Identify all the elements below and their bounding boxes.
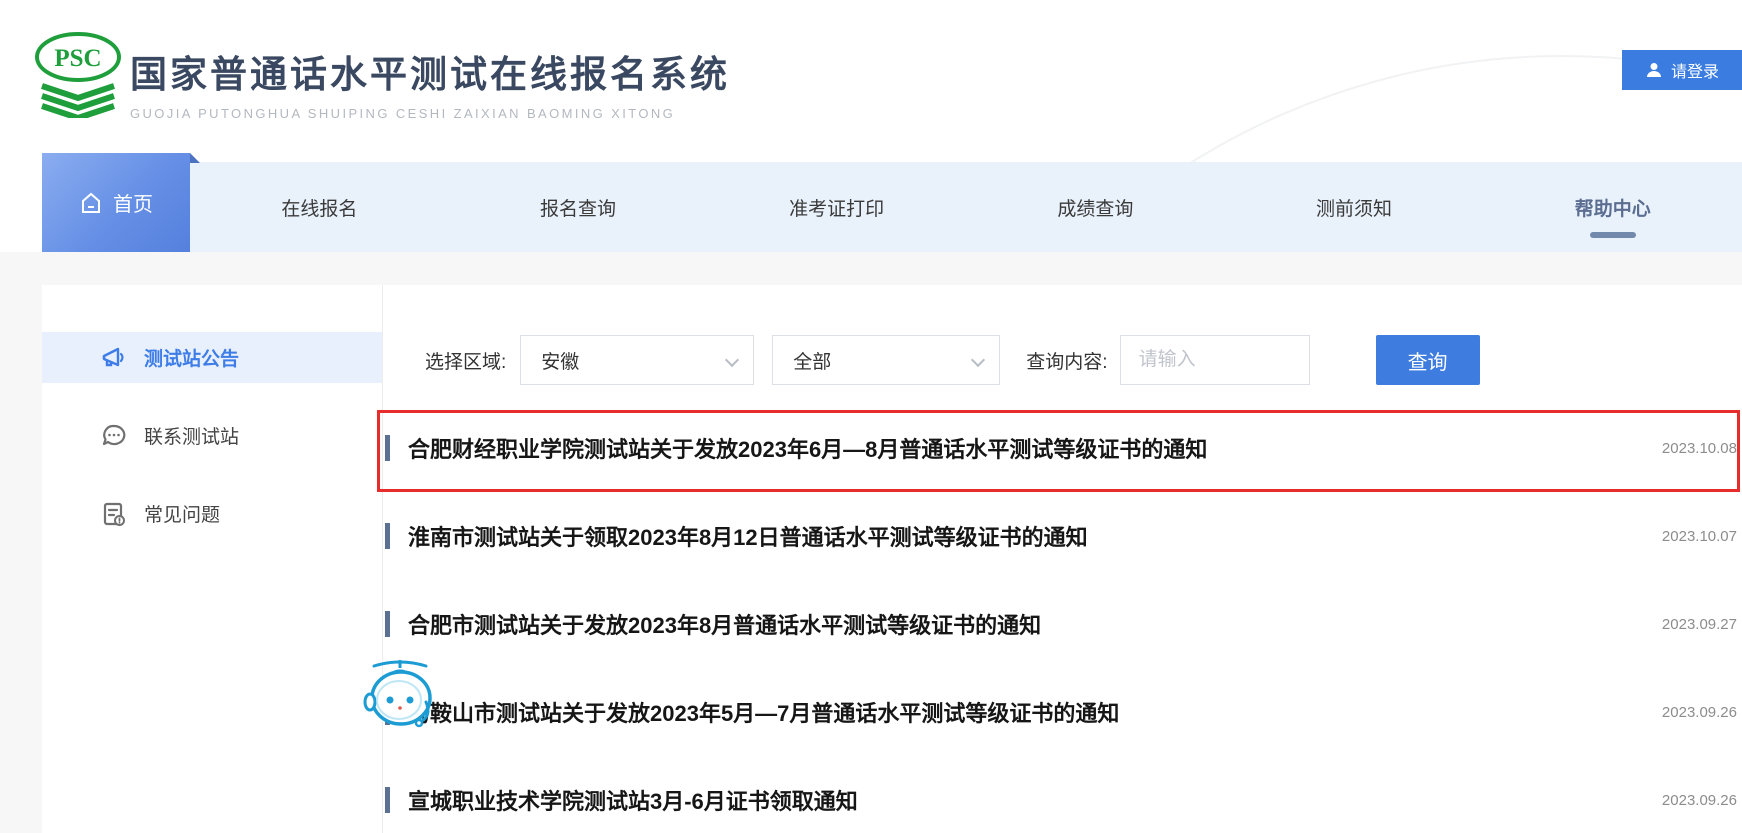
site-title: 国家普通话水平测试在线报名系统 (130, 54, 730, 95)
nav-item-home[interactable]: 首页 (42, 153, 200, 252)
sidebar-item-label: 常见问题 (144, 505, 221, 526)
announcement-date: 2023.09.26 (1661, 703, 1737, 721)
megaphone-icon (102, 347, 124, 366)
home-icon (82, 192, 100, 213)
nav-item-label: 帮助中心 (1574, 198, 1651, 220)
nav-item-label: 成绩查询 (1057, 198, 1134, 220)
announcement-row[interactable]: 宣城职业技术学院测试站3月-6月证书领取通知 2023.09.26 (383, 756, 1742, 833)
category-select-value: 全部 (793, 351, 832, 373)
robot-mascot-icon[interactable] (360, 650, 442, 735)
announcement-title: 马鞍山市测试站关于发放2023年5月—7月普通话水平测试等级证书的通知 (408, 701, 1120, 726)
announcement-title: 合肥财经职业学院测试站关于发放2023年6月—8月普通话水平测试等级证书的通知 (408, 437, 1208, 462)
nav-item-signup-query[interactable]: 报名查询 (449, 162, 708, 252)
nav-item-score-query[interactable]: 成绩查询 (966, 162, 1225, 252)
sidebar-item-contact-station[interactable]: 联系测试站 (42, 410, 382, 461)
announcement-title: 淮南市测试站关于领取2023年8月12日普通话水平测试等级证书的通知 (408, 525, 1088, 550)
nav-item-help-center[interactable]: 帮助中心 (1483, 162, 1742, 252)
chevron-down-icon (725, 352, 740, 368)
announcement-list: 合肥财经职业学院测试站关于发放2023年6月—8月普通话水平测试等级证书的通知 … (377, 404, 1742, 833)
nav-items: 在线报名 报名查询 准考证打印 成绩查询 测前须知 帮助中心 (190, 162, 1742, 252)
user-icon (1646, 63, 1661, 77)
row-marker-bar (385, 611, 390, 637)
header: PSC 国家普通话水平测试在线报名系统 GUOJIA PUTONGHUA SHU… (0, 0, 1742, 833)
sidebar: 测试站公告 联系测试站 常见问题 (42, 285, 383, 833)
page: PSC 国家普通话水平测试在线报名系统 GUOJIA PUTONGHUA SHU… (0, 0, 1742, 833)
nav-active-underline (1589, 232, 1636, 238)
main-content: 选择区域: 安徽 全部 查询内容: 查询 合肥财经职业学院测试站关于发放2023… (377, 285, 1742, 833)
row-marker-bar (385, 787, 390, 813)
region-select[interactable]: 安徽 (520, 335, 755, 385)
nav-item-label: 准考证打印 (789, 198, 885, 220)
announcement-title: 宣城职业技术学院测试站3月-6月证书领取通知 (408, 789, 858, 814)
psc-logo-icon: PSC (34, 32, 122, 123)
search-button[interactable]: 查询 (1375, 335, 1480, 385)
login-label: 请登录 (1670, 64, 1719, 81)
region-select-value: 安徽 (541, 351, 580, 373)
login-button[interactable]: 请登录 (1622, 50, 1742, 90)
row-marker-bar (385, 435, 390, 461)
region-filter-label: 选择区域: (425, 351, 507, 373)
category-select[interactable]: 全部 (772, 335, 1001, 385)
chat-bubble-icon (102, 424, 126, 445)
announcement-date: 2023.09.26 (1661, 791, 1737, 809)
chevron-down-icon (971, 352, 986, 368)
site-brand: 国家普通话水平测试在线报名系统 GUOJIA PUTONGHUA SHUIPIN… (130, 44, 730, 121)
logo-text: PSC (54, 45, 101, 72)
nav-item-label: 测前须知 (1316, 198, 1393, 220)
sidebar-item-station-announcements[interactable]: 测试站公告 (42, 332, 382, 383)
keyword-input[interactable] (1119, 335, 1310, 385)
nav-item-admission-print[interactable]: 准考证打印 (707, 162, 966, 252)
announcement-row[interactable]: 合肥财经职业学院测试站关于发放2023年6月—8月普通话水平测试等级证书的通知 … (377, 404, 1742, 492)
announcement-date: 2023.10.07 (1661, 527, 1737, 545)
announcement-date: 2023.09.27 (1661, 615, 1737, 633)
announcement-row[interactable]: 马鞍山市测试站关于发放2023年5月—7月普通话水平测试等级证书的通知 2023… (383, 668, 1742, 756)
nav-item-label: 在线报名 (281, 198, 358, 220)
sidebar-item-faq[interactable]: 常见问题 (42, 488, 382, 539)
row-marker-bar (385, 523, 390, 549)
announcement-row[interactable]: 淮南市测试站关于领取2023年8月12日普通话水平测试等级证书的通知 2023.… (383, 492, 1742, 580)
sidebar-item-label: 测试站公告 (144, 349, 240, 370)
nav-item-label: 报名查询 (540, 198, 617, 220)
faq-document-icon (103, 502, 125, 526)
nav-item-label: 首页 (113, 194, 153, 216)
sidebar-item-label: 联系测试站 (144, 427, 240, 448)
content-panel: 测试站公告 联系测试站 常见问题 选择区域: 安徽 全部 查询内容: 请输入 查… (42, 285, 1742, 833)
nav-item-online-signup[interactable]: 在线报名 (190, 162, 449, 252)
announcement-row[interactable]: 合肥市测试站关于发放2023年8月普通话水平测试等级证书的通知 2023.09.… (383, 580, 1742, 668)
main-nav: 首页 在线报名 报名查询 准考证打印 成绩查询 测前须知 帮助中心 (0, 153, 1742, 252)
keyword-filter-label: 查询内容: (1026, 351, 1108, 373)
announcement-date: 2023.10.08 (1661, 439, 1737, 457)
announcement-title: 合肥市测试站关于发放2023年8月普通话水平测试等级证书的通知 (408, 613, 1042, 638)
filter-bar: 选择区域: 安徽 全部 查询内容: 查询 (383, 335, 1742, 385)
site-subtitle-pinyin: GUOJIA PUTONGHUA SHUIPING CESHI ZAIXIAN … (130, 106, 676, 121)
nav-item-pretest-notice[interactable]: 测前须知 (1225, 162, 1484, 252)
